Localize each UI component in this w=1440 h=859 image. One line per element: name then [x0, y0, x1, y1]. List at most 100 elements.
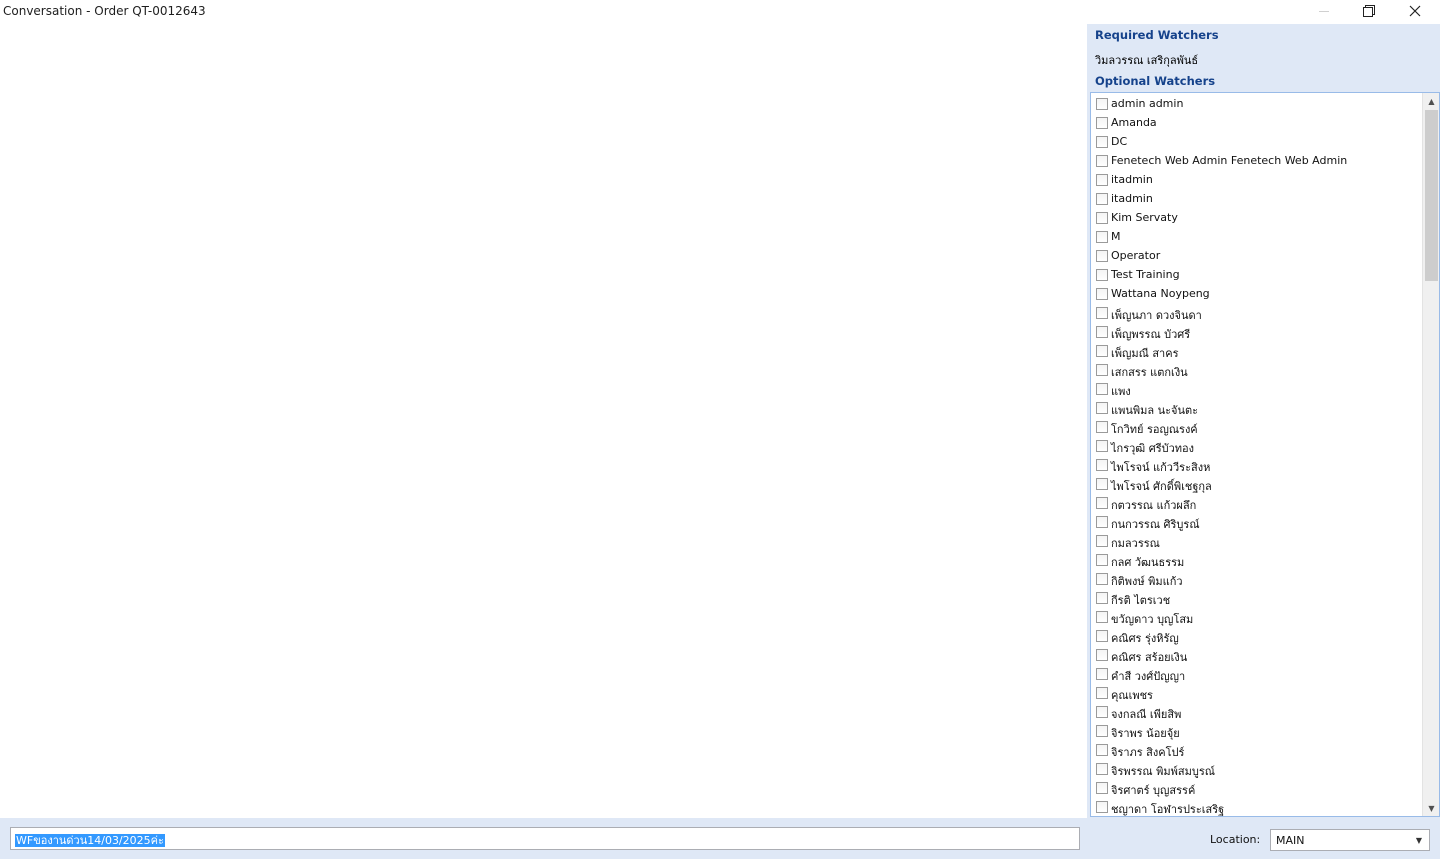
- optional-watcher-row[interactable]: กนกวรรณ ศิริบูรณ์: [1091, 512, 1423, 531]
- optional-watcher-row[interactable]: Fenetech Web Admin Fenetech Web Admin: [1091, 151, 1423, 170]
- conversation-area[interactable]: [0, 24, 1087, 818]
- optional-watcher-row[interactable]: กลศ วัฒนธรรม: [1091, 550, 1423, 569]
- watcher-checkbox[interactable]: [1096, 231, 1108, 243]
- chevron-down-icon[interactable]: ▼: [1409, 830, 1429, 850]
- optional-watcher-row[interactable]: เพ็ญนภา ดวงจินดา: [1091, 303, 1423, 322]
- watcher-checkbox[interactable]: [1096, 573, 1108, 585]
- watcher-checkbox[interactable]: [1096, 516, 1108, 528]
- location-select[interactable]: MAIN ▼: [1270, 829, 1430, 851]
- optional-watcher-row[interactable]: Wattana Noypeng: [1091, 284, 1423, 303]
- watcher-checkbox[interactable]: [1096, 668, 1108, 680]
- watcher-checkbox[interactable]: [1096, 592, 1108, 604]
- optional-watcher-row[interactable]: ไพโรจน์ แก้ววีระสิงห: [1091, 455, 1423, 474]
- close-icon: [1409, 5, 1421, 17]
- optional-watcher-row[interactable]: admin admin: [1091, 94, 1423, 113]
- optional-watcher-row[interactable]: Kim Servaty: [1091, 208, 1423, 227]
- watcher-checkbox[interactable]: [1096, 687, 1108, 699]
- optional-watcher-row[interactable]: DC: [1091, 132, 1423, 151]
- watcher-checkbox[interactable]: [1096, 649, 1108, 661]
- optional-watcher-row[interactable]: คณิศร รุ่งหิรัญ: [1091, 626, 1423, 645]
- watcher-checkbox[interactable]: [1096, 725, 1108, 737]
- watcher-checkbox[interactable]: [1096, 155, 1108, 167]
- watcher-checkbox[interactable]: [1096, 706, 1108, 718]
- optional-watcher-row[interactable]: เพ็ญมณี สาคร: [1091, 341, 1423, 360]
- optional-watcher-row[interactable]: Amanda: [1091, 113, 1423, 132]
- watcher-checkbox[interactable]: [1096, 288, 1108, 300]
- minimize-icon: [1319, 10, 1329, 12]
- watcher-checkbox[interactable]: [1096, 212, 1108, 224]
- watcher-checkbox[interactable]: [1096, 459, 1108, 471]
- watcher-checkbox[interactable]: [1096, 744, 1108, 756]
- watcher-name: DC: [1111, 135, 1128, 148]
- watcher-checkbox[interactable]: [1096, 307, 1108, 319]
- optional-watcher-row[interactable]: คุณเพชร: [1091, 683, 1423, 702]
- optional-watcher-row[interactable]: โกวิทย์ รอญณรงค์: [1091, 417, 1423, 436]
- vertical-scrollbar[interactable]: ▲ ▼: [1422, 93, 1439, 816]
- optional-watcher-row[interactable]: เสกสรร แตกเงิน: [1091, 360, 1423, 379]
- scroll-down-button[interactable]: ▼: [1424, 800, 1439, 816]
- optional-watcher-row[interactable]: จงกลณี เพียสิพ: [1091, 702, 1423, 721]
- optional-watcher-row[interactable]: กิติพงษ์ พิมแก้ว: [1091, 569, 1423, 588]
- watcher-checkbox[interactable]: [1096, 269, 1108, 281]
- optional-watcher-row[interactable]: Test Training: [1091, 265, 1423, 284]
- title-bar: Conversation - Order QT-0012643: [0, 0, 1440, 24]
- watcher-checkbox[interactable]: [1096, 763, 1108, 775]
- restore-button[interactable]: [1346, 0, 1392, 22]
- optional-watcher-row[interactable]: แพง: [1091, 379, 1423, 398]
- watcher-checkbox[interactable]: [1096, 421, 1108, 433]
- watcher-checkbox[interactable]: [1096, 611, 1108, 623]
- optional-watchers-header: Optional Watchers: [1095, 74, 1216, 88]
- watcher-checkbox[interactable]: [1096, 364, 1108, 376]
- optional-watcher-row[interactable]: Operator: [1091, 246, 1423, 265]
- optional-watcher-row[interactable]: กมลวรรณ: [1091, 531, 1423, 550]
- scroll-down-arrow-icon: ▼: [1428, 803, 1435, 813]
- optional-watcher-row[interactable]: คณิศร สร้อยเงิน: [1091, 645, 1423, 664]
- message-input[interactable]: WFของานด่วน14/03/2025ค่ะ: [10, 827, 1080, 850]
- optional-watcher-row[interactable]: ไกรวุฒิ ศรีบัวทอง: [1091, 436, 1423, 455]
- minimize-button[interactable]: [1301, 0, 1347, 22]
- watcher-checkbox[interactable]: [1096, 782, 1108, 794]
- optional-watcher-row[interactable]: กีรติ ไตรเวช: [1091, 588, 1423, 607]
- optional-watcher-row[interactable]: เพ็ญพรรณ บัวศรี: [1091, 322, 1423, 341]
- required-watchers-header: Required Watchers: [1095, 28, 1219, 42]
- watcher-checkbox[interactable]: [1096, 174, 1108, 186]
- optional-watchers-list[interactable]: admin admin Amanda DC Fenetech Web Admin Fe…: [1090, 92, 1440, 817]
- watcher-checkbox[interactable]: [1096, 345, 1108, 357]
- scrollbar-thumb[interactable]: [1425, 110, 1438, 281]
- watcher-checkbox[interactable]: [1096, 554, 1108, 566]
- watcher-checkbox[interactable]: [1096, 117, 1108, 129]
- optional-watcher-row[interactable]: แพนพิมล นะจันตะ: [1091, 398, 1423, 417]
- watcher-checkbox[interactable]: [1096, 326, 1108, 338]
- watcher-checkbox[interactable]: [1096, 478, 1108, 490]
- optional-watcher-row[interactable]: จิรพรรณ พิมพ์สมบูรณ์: [1091, 759, 1423, 778]
- required-watcher-item: วิมลวรรณ เสริกุลพันธ์: [1095, 54, 1199, 67]
- watcher-checkbox[interactable]: [1096, 630, 1108, 642]
- scroll-up-arrow-icon: ▲: [1428, 96, 1435, 106]
- watcher-name: Fenetech Web Admin Fenetech Web Admin: [1111, 154, 1348, 167]
- watcher-checkbox[interactable]: [1096, 535, 1108, 547]
- watcher-checkbox[interactable]: [1096, 136, 1108, 148]
- watcher-checkbox[interactable]: [1096, 193, 1108, 205]
- window-title: Conversation - Order QT-0012643: [3, 4, 206, 18]
- watcher-checkbox[interactable]: [1096, 440, 1108, 452]
- optional-watcher-row[interactable]: จิรศาตร์ บุญสรรค์: [1091, 778, 1423, 797]
- optional-watcher-row[interactable]: จิราพร น้อยจุ้ย: [1091, 721, 1423, 740]
- watcher-checkbox[interactable]: [1096, 402, 1108, 414]
- optional-watcher-row[interactable]: M: [1091, 227, 1423, 246]
- watcher-checkbox[interactable]: [1096, 801, 1108, 813]
- optional-watcher-row[interactable]: กตวรรณ แก้วผลึก: [1091, 493, 1423, 512]
- watcher-checkbox[interactable]: [1096, 383, 1108, 395]
- close-button[interactable]: [1392, 0, 1438, 22]
- optional-watcher-row[interactable]: ชญาดา โอฬารประเสริฐ: [1091, 797, 1423, 816]
- optional-watcher-row[interactable]: itadmin: [1091, 170, 1423, 189]
- optional-watcher-row[interactable]: จิราภร สิงคโปร์: [1091, 740, 1423, 759]
- optional-watcher-row[interactable]: คำสี วงศ์ปัญญา: [1091, 664, 1423, 683]
- optional-watcher-row[interactable]: ไพโรจน์ ศักดิ์พิเชฐกุล: [1091, 474, 1423, 493]
- watcher-checkbox[interactable]: [1096, 497, 1108, 509]
- optional-watcher-row[interactable]: ขวัญดาว บุญโสม: [1091, 607, 1423, 626]
- scroll-up-button[interactable]: ▲: [1424, 93, 1439, 109]
- location-value: MAIN: [1276, 834, 1305, 847]
- optional-watcher-row[interactable]: itadmin: [1091, 189, 1423, 208]
- watcher-checkbox[interactable]: [1096, 98, 1108, 110]
- watcher-checkbox[interactable]: [1096, 250, 1108, 262]
